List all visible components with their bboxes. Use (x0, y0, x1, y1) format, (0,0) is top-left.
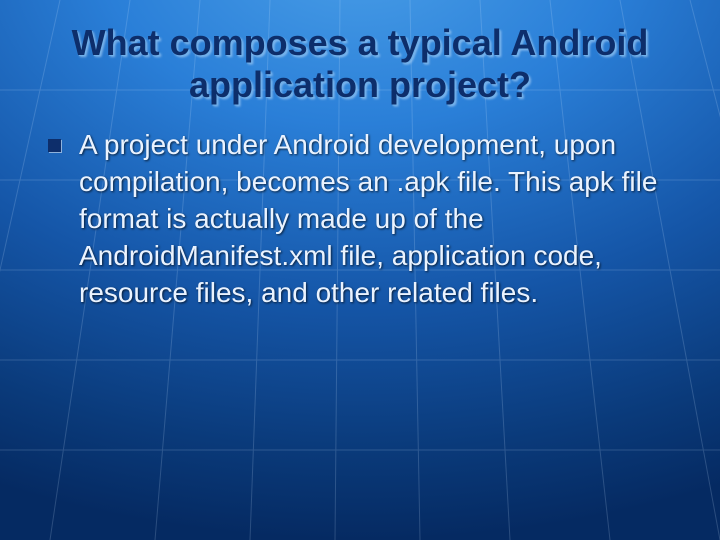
list-item: A project under Android development, upo… (48, 127, 678, 312)
slide-title: What composes a typical Android applicat… (42, 22, 678, 107)
bullet-icon (48, 139, 61, 152)
bullet-text: A project under Android development, upo… (79, 127, 669, 312)
slide: What composes a typical Android applicat… (0, 0, 720, 540)
slide-body: A project under Android development, upo… (48, 127, 678, 312)
slide-content: What composes a typical Android applicat… (0, 0, 720, 312)
